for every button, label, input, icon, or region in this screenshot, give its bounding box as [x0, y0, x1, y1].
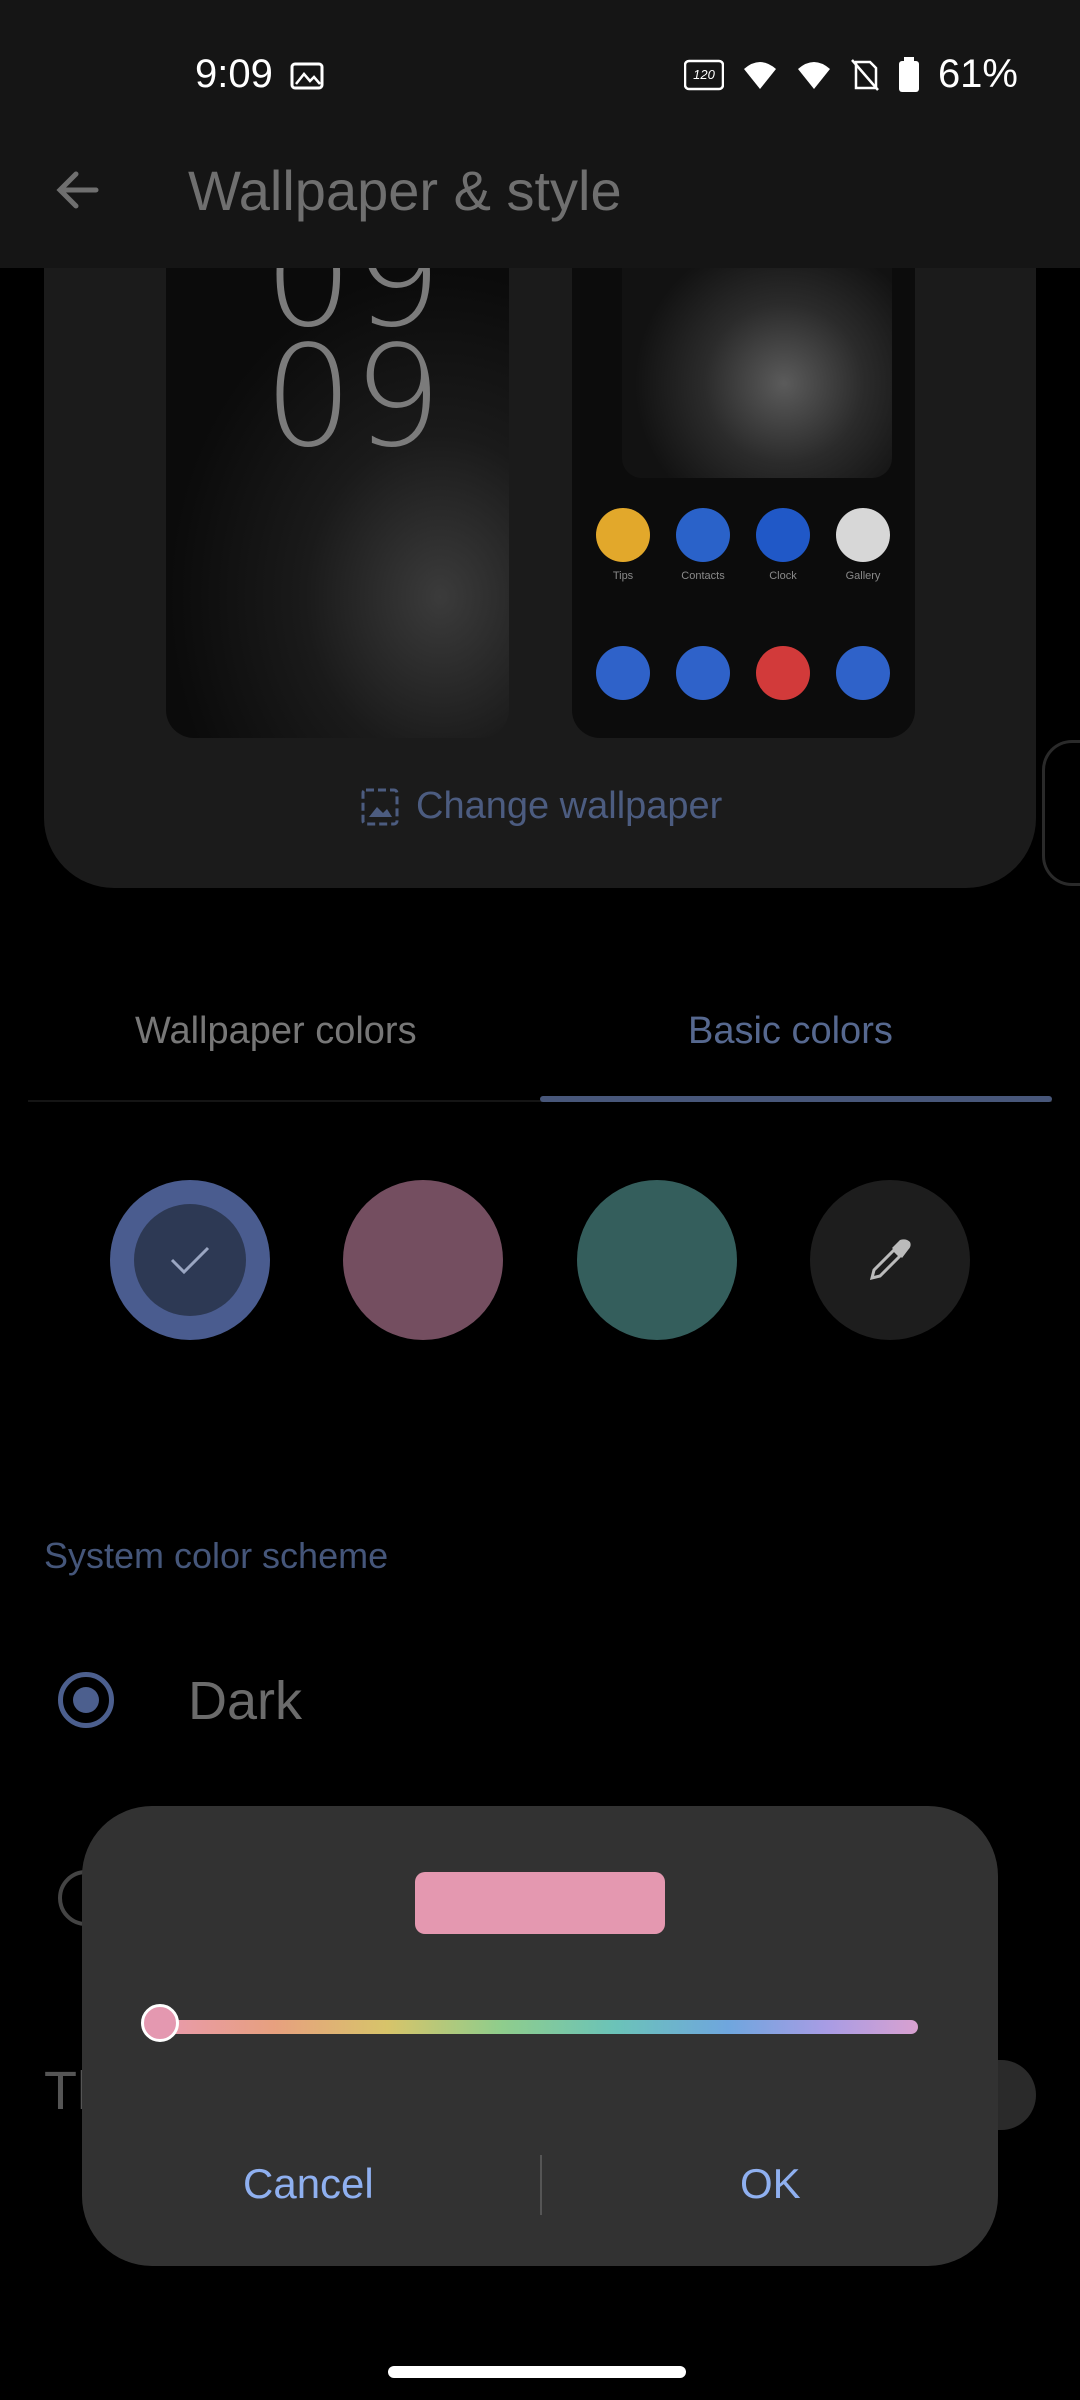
button-divider [540, 2155, 542, 2215]
change-wallpaper-button[interactable]: Change wallpaper [360, 785, 722, 828]
next-preview-handle[interactable] [1042, 740, 1080, 886]
battery-icon [898, 56, 919, 92]
app-label: Gallery [845, 570, 881, 582]
no-sim-icon [850, 58, 879, 91]
app-label: Clock [769, 570, 797, 582]
color-swatch-teal[interactable] [577, 1180, 737, 1340]
wifi-icon [743, 61, 776, 89]
ok-button[interactable]: OK [740, 2160, 801, 2208]
app-icon-gallery [836, 508, 890, 562]
cancel-button[interactable]: Cancel [243, 2160, 374, 2208]
refresh-rate-icon: 120 [683, 59, 724, 90]
tab-basic-colors[interactable]: Basic colors [688, 1010, 893, 1053]
dark-option-label: Dark [188, 1671, 303, 1731]
app-label: Tips [612, 570, 634, 582]
app-icon-contacts [676, 508, 730, 562]
color-swatch-mauve[interactable] [343, 1180, 503, 1340]
radio-dark[interactable] [58, 1672, 114, 1728]
battery-percent: 61% [937, 52, 1018, 96]
eyedropper-icon [869, 1239, 911, 1281]
signal-wifi-icon [797, 61, 830, 89]
checkmark-icon [170, 1246, 210, 1275]
files-icon [676, 646, 730, 700]
page-title: Wallpaper & style [188, 159, 622, 222]
svg-text:120: 120 [693, 67, 715, 82]
gesture-home-bar[interactable] [388, 2366, 686, 2378]
app-icon-clock [756, 508, 810, 562]
app-label: Contacts [681, 570, 725, 582]
change-wallpaper-label: Change wallpaper [416, 785, 723, 827]
lock-screen-preview[interactable]: 09 09 [166, 268, 509, 738]
status-icons: 120 61% [683, 52, 1018, 97]
status-time: 9:09 [195, 52, 273, 96]
app-icon-tips [596, 508, 650, 562]
system-color-scheme-label: System color scheme [44, 1535, 389, 1576]
color-swatch-blue[interactable] [110, 1180, 270, 1340]
wallpaper-icon [361, 788, 399, 825]
tab-indicator [540, 1096, 1052, 1102]
back-arrow-icon[interactable] [48, 160, 108, 220]
home-widget-art [622, 268, 892, 478]
selected-color-preview [415, 1872, 665, 1934]
tab-wallpaper-colors[interactable]: Wallpaper colors [135, 1010, 417, 1053]
home-screen-preview[interactable]: Tips Contacts Clock Gallery [572, 268, 915, 738]
hue-slider-thumb[interactable] [141, 2004, 179, 2042]
custom-color-button[interactable] [810, 1180, 970, 1340]
phone-icon [596, 646, 650, 700]
lock-clock: 09 09 [264, 268, 443, 479]
recorder-icon [756, 646, 810, 700]
image-notification-icon [290, 62, 324, 90]
hue-slider-track[interactable] [160, 2020, 918, 2034]
camera-icon [836, 646, 890, 700]
